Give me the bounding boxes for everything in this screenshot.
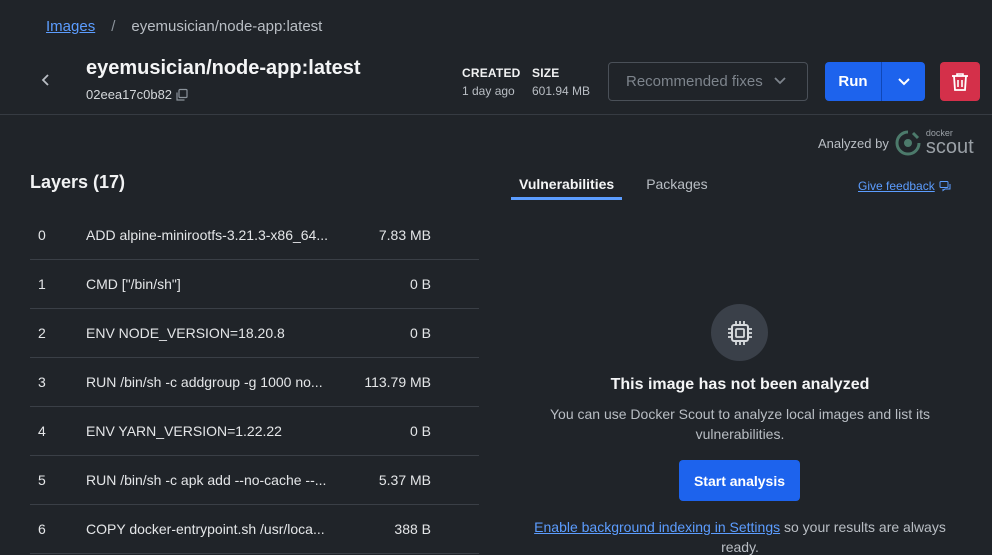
table-row[interactable]: 5 RUN /bin/sh -c apk add --no-cache --..… xyxy=(30,456,479,505)
enable-background-indexing-link[interactable]: Enable background indexing in Settings xyxy=(534,519,780,535)
table-row[interactable]: 6 COPY docker-entrypoint.sh /usr/loca...… xyxy=(30,505,479,554)
table-row[interactable]: 3 RUN /bin/sh -c addgroup -g 1000 no... … xyxy=(30,358,479,407)
empty-state-description: You can use Docker Scout to analyze loca… xyxy=(549,406,931,442)
brand-big: scout xyxy=(925,136,974,158)
created-meta: CREATED 1 day ago xyxy=(462,66,521,98)
trash-icon xyxy=(952,72,968,91)
layer-command: RUN /bin/sh -c apk add --no-cache --... xyxy=(86,472,327,488)
layer-index: 2 xyxy=(38,325,46,341)
docker-scout-logo: docker scout xyxy=(895,129,974,157)
layer-command: RUN /bin/sh -c addgroup -g 1000 no... xyxy=(86,374,323,390)
table-row[interactable]: 4 ENV YARN_VERSION=1.22.22 0 B xyxy=(30,407,479,456)
layer-command: ENV NODE_VERSION=18.20.8 xyxy=(86,325,285,341)
page-title: eyemusician/node-app:latest xyxy=(86,57,361,79)
layer-command: ENV YARN_VERSION=1.22.22 xyxy=(86,423,282,439)
chevron-down-icon xyxy=(774,77,786,85)
layer-command: COPY docker-entrypoint.sh /usr/loca... xyxy=(86,521,325,537)
recommended-fixes-dropdown[interactable]: Recommended fixes xyxy=(608,62,808,101)
layers-title: Layers (17) xyxy=(30,172,126,192)
layer-size: 388 B xyxy=(394,521,431,537)
analysis-tabs: Vulnerabilities Packages xyxy=(511,174,716,200)
layer-size: 113.79 MB xyxy=(364,374,431,390)
layer-size: 0 B xyxy=(409,276,431,292)
layer-size: 0 B xyxy=(409,325,431,341)
give-feedback-link[interactable]: Give feedback xyxy=(858,179,951,193)
created-value: 1 day ago xyxy=(462,84,515,98)
breadcrumb-images-link[interactable]: Images xyxy=(46,18,95,35)
run-button[interactable]: Run xyxy=(825,62,882,101)
give-feedback-label: Give feedback xyxy=(858,179,935,193)
recommended-fixes-label: Recommended fixes xyxy=(626,73,763,90)
created-label: CREATED xyxy=(462,66,521,80)
breadcrumb: Images / eyemusician/node-app:latest xyxy=(46,18,322,35)
chevron-down-icon xyxy=(897,77,910,85)
layer-size: 5.37 MB xyxy=(378,472,431,488)
run-button-group: Run xyxy=(825,62,925,101)
feedback-icon xyxy=(939,181,951,192)
size-value: 601.94 MB xyxy=(532,84,591,98)
image-id: 02eea17c0b82 xyxy=(86,87,173,102)
layer-index: 5 xyxy=(38,472,46,488)
layer-index: 0 xyxy=(38,227,46,243)
size-meta: SIZE 601.94 MB xyxy=(532,66,590,98)
layer-size: 0 B xyxy=(409,423,431,439)
layer-index: 4 xyxy=(38,423,46,439)
docker-scout-icon xyxy=(895,130,921,156)
image-header: eyemusician/node-app:latest 02eea17c0b82… xyxy=(0,50,992,115)
chip-icon-circle xyxy=(711,304,768,361)
breadcrumb-current: eyemusician/node-app:latest xyxy=(131,18,323,35)
run-options-button[interactable] xyxy=(882,62,925,101)
background-indexing-note: Enable background indexing in Settings s… xyxy=(520,517,960,555)
layer-command: ADD alpine-minirootfs-3.21.3-x86_64... xyxy=(86,227,329,243)
breadcrumb-separator: / xyxy=(111,18,116,35)
tab-packages[interactable]: Packages xyxy=(638,174,715,200)
analyzed-by-label: Analyzed by xyxy=(818,135,889,151)
delete-button[interactable] xyxy=(940,62,980,101)
layer-size: 7.83 MB xyxy=(378,227,431,243)
chip-icon xyxy=(727,320,752,345)
layer-index: 1 xyxy=(38,276,46,292)
table-row[interactable]: 2 ENV NODE_VERSION=18.20.8 0 B xyxy=(30,309,479,358)
layer-command: CMD ["/bin/sh"] xyxy=(86,276,181,292)
layers-table: 0 ADD alpine-minirootfs-3.21.3-x86_64...… xyxy=(30,211,479,554)
size-label: SIZE xyxy=(532,66,560,80)
empty-state-title: This image has not been analyzed xyxy=(610,376,870,393)
table-row[interactable]: 1 CMD ["/bin/sh"] 0 B xyxy=(30,260,479,309)
back-button[interactable] xyxy=(34,68,58,92)
chevron-left-icon xyxy=(41,74,49,86)
start-analysis-button[interactable]: Start analysis xyxy=(679,460,800,501)
analyzed-by: Analyzed by docker scout xyxy=(818,129,974,158)
table-row[interactable]: 0 ADD alpine-minirootfs-3.21.3-x86_64...… xyxy=(30,211,479,260)
layer-index: 6 xyxy=(38,521,46,537)
copy-icon[interactable] xyxy=(175,88,189,102)
layer-index: 3 xyxy=(38,374,46,390)
tab-vulnerabilities[interactable]: Vulnerabilities xyxy=(511,174,623,200)
